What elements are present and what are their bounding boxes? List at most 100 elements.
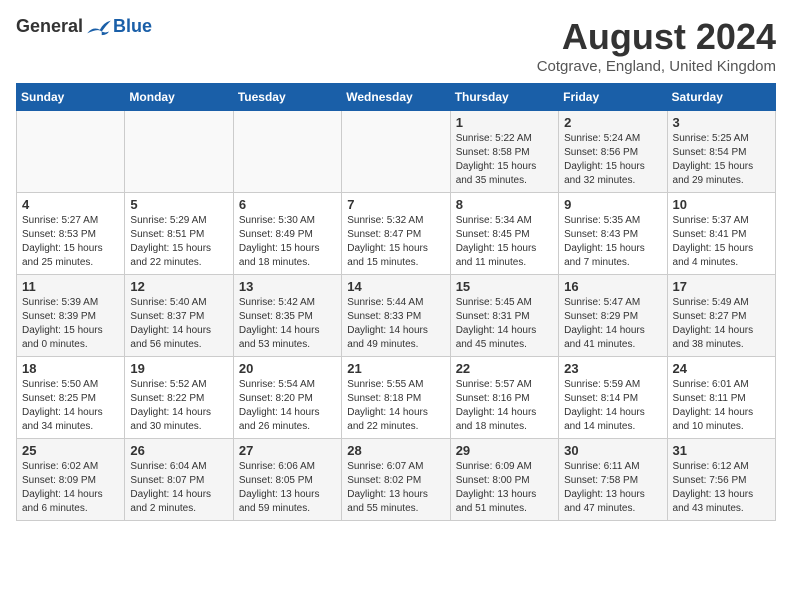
weekday-header-friday: Friday [559,84,667,111]
day-number: 10 [673,197,770,212]
calendar-table: SundayMondayTuesdayWednesdayThursdayFrid… [16,83,776,521]
calendar-cell: 25 Sunrise: 6:02 AMSunset: 8:09 PMDayligh… [17,439,125,521]
day-info: Sunrise: 5:24 AMSunset: 8:56 PMDaylight:… [564,132,661,188]
day-info: Sunrise: 6:06 AMSunset: 8:05 PMDaylight:… [239,460,336,516]
calendar-cell [17,111,125,193]
weekday-header-wednesday: Wednesday [342,84,450,111]
day-number: 31 [673,443,770,458]
logo-general-text: General [16,16,83,37]
day-number: 1 [456,115,553,130]
day-info: Sunrise: 5:22 AMSunset: 8:58 PMDaylight:… [456,132,553,188]
calendar-cell: 10 Sunrise: 5:37 AMSunset: 8:41 PMDayligh… [667,193,775,275]
calendar-cell: 12 Sunrise: 5:40 AMSunset: 8:37 PMDayligh… [125,275,233,357]
day-info: Sunrise: 6:09 AMSunset: 8:00 PMDaylight:… [456,460,553,516]
weekday-header-thursday: Thursday [450,84,558,111]
day-info: Sunrise: 5:37 AMSunset: 8:41 PMDaylight:… [673,214,770,270]
day-number: 15 [456,279,553,294]
calendar-cell: 28Sunrise: 6:07 AMSunset: 8:02 PMDayligh… [342,439,450,521]
day-info: Sunrise: 6:11 AMSunset: 7:58 PMDaylight:… [564,460,661,516]
day-number: 13 [239,279,336,294]
day-number: 24 [673,361,770,376]
day-number: 25 [22,443,119,458]
calendar-cell: 7 Sunrise: 5:32 AMSunset: 8:47 PMDaylight… [342,193,450,275]
calendar-cell: 3 Sunrise: 5:25 AMSunset: 8:54 PMDaylight… [667,111,775,193]
calendar-week-row: 18Sunrise: 5:50 AMSunset: 8:25 PMDayligh… [17,357,776,439]
day-info: Sunrise: 5:44 AMSunset: 8:33 PMDaylight:… [347,296,444,352]
logo: General Blue [16,16,152,37]
day-info: Sunrise: 5:27 AMSunset: 8:53 PMDaylight:… [22,214,119,270]
calendar-week-row: 1 Sunrise: 5:22 AMSunset: 8:58 PMDaylight… [17,111,776,193]
calendar-cell [125,111,233,193]
calendar-cell: 17 Sunrise: 5:49 AMSunset: 8:27 PMDayligh… [667,275,775,357]
day-number: 11 [22,279,119,294]
day-number: 5 [130,197,227,212]
calendar-cell: 16 Sunrise: 5:47 AMSunset: 8:29 PMDayligh… [559,275,667,357]
day-number: 3 [673,115,770,130]
calendar-cell: 6 Sunrise: 5:30 AMSunset: 8:49 PMDaylight… [233,193,341,275]
day-number: 7 [347,197,444,212]
day-info: Sunrise: 5:30 AMSunset: 8:49 PMDaylight:… [239,214,336,270]
day-number: 27 [239,443,336,458]
calendar-cell [342,111,450,193]
weekday-header-row: SundayMondayTuesdayWednesdayThursdayFrid… [17,84,776,111]
calendar-cell: 24 Sunrise: 6:01 AMSunset: 8:11 PMDayligh… [667,357,775,439]
calendar-cell: 20Sunrise: 5:54 AMSunset: 8:20 PMDayligh… [233,357,341,439]
calendar-week-row: 4 Sunrise: 5:27 AMSunset: 8:53 PMDaylight… [17,193,776,275]
logo-bird-icon [85,17,113,37]
day-number: 16 [564,279,661,294]
weekday-header-saturday: Saturday [667,84,775,111]
location: Cotgrave, England, United Kingdom [537,58,776,75]
day-info: Sunrise: 5:54 AMSunset: 8:20 PMDaylight:… [239,378,336,434]
calendar-cell: 8Sunrise: 5:34 AMSunset: 8:45 PMDaylight… [450,193,558,275]
day-number: 23 [564,361,661,376]
day-number: 21 [347,361,444,376]
day-number: 2 [564,115,661,130]
day-number: 9 [564,197,661,212]
day-info: Sunrise: 5:42 AMSunset: 8:35 PMDaylight:… [239,296,336,352]
calendar-cell: 22 Sunrise: 5:57 AMSunset: 8:16 PMDayligh… [450,357,558,439]
day-info: Sunrise: 5:32 AMSunset: 8:47 PMDaylight:… [347,214,444,270]
weekday-header-monday: Monday [125,84,233,111]
day-number: 22 [456,361,553,376]
day-number: 12 [130,279,227,294]
day-info: Sunrise: 5:29 AMSunset: 8:51 PMDaylight:… [130,214,227,270]
day-info: Sunrise: 5:47 AMSunset: 8:29 PMDaylight:… [564,296,661,352]
day-number: 14 [347,279,444,294]
day-number: 26 [130,443,227,458]
day-info: Sunrise: 5:55 AMSunset: 8:18 PMDaylight:… [347,378,444,434]
calendar-cell [233,111,341,193]
month-title: August 2024 [537,16,776,58]
calendar-cell: 9 Sunrise: 5:35 AMSunset: 8:43 PMDaylight… [559,193,667,275]
calendar-cell: 11Sunrise: 5:39 AMSunset: 8:39 PMDayligh… [17,275,125,357]
day-info: Sunrise: 5:52 AMSunset: 8:22 PMDaylight:… [130,378,227,434]
day-info: Sunrise: 5:35 AMSunset: 8:43 PMDaylight:… [564,214,661,270]
day-info: Sunrise: 5:57 AMSunset: 8:16 PMDaylight:… [456,378,553,434]
calendar-cell: 31Sunrise: 6:12 AMSunset: 7:56 PMDayligh… [667,439,775,521]
day-info: Sunrise: 5:49 AMSunset: 8:27 PMDaylight:… [673,296,770,352]
logo-blue-text: Blue [113,16,152,37]
day-number: 17 [673,279,770,294]
calendar-cell: 26Sunrise: 6:04 AMSunset: 8:07 PMDayligh… [125,439,233,521]
calendar-cell: 21 Sunrise: 5:55 AMSunset: 8:18 PMDayligh… [342,357,450,439]
title-area: August 2024 Cotgrave, England, United Ki… [537,16,776,75]
day-info: Sunrise: 5:25 AMSunset: 8:54 PMDaylight:… [673,132,770,188]
calendar-cell: 19 Sunrise: 5:52 AMSunset: 8:22 PMDayligh… [125,357,233,439]
calendar-cell: 18Sunrise: 5:50 AMSunset: 8:25 PMDayligh… [17,357,125,439]
day-number: 4 [22,197,119,212]
calendar-cell: 27 Sunrise: 6:06 AMSunset: 8:05 PMDayligh… [233,439,341,521]
day-number: 30 [564,443,661,458]
day-number: 28 [347,443,444,458]
day-info: Sunrise: 5:45 AMSunset: 8:31 PMDaylight:… [456,296,553,352]
calendar-week-row: 25 Sunrise: 6:02 AMSunset: 8:09 PMDayligh… [17,439,776,521]
calendar-cell: 29Sunrise: 6:09 AMSunset: 8:00 PMDayligh… [450,439,558,521]
calendar-cell: 1 Sunrise: 5:22 AMSunset: 8:58 PMDaylight… [450,111,558,193]
day-number: 19 [130,361,227,376]
day-info: Sunrise: 5:59 AMSunset: 8:14 PMDaylight:… [564,378,661,434]
calendar-cell: 14 Sunrise: 5:44 AMSunset: 8:33 PMDayligh… [342,275,450,357]
day-info: Sunrise: 6:02 AMSunset: 8:09 PMDaylight:… [22,460,119,516]
day-info: Sunrise: 5:40 AMSunset: 8:37 PMDaylight:… [130,296,227,352]
day-number: 6 [239,197,336,212]
day-info: Sunrise: 6:01 AMSunset: 8:11 PMDaylight:… [673,378,770,434]
day-info: Sunrise: 5:34 AMSunset: 8:45 PMDaylight:… [456,214,553,270]
day-info: Sunrise: 5:50 AMSunset: 8:25 PMDaylight:… [22,378,119,434]
